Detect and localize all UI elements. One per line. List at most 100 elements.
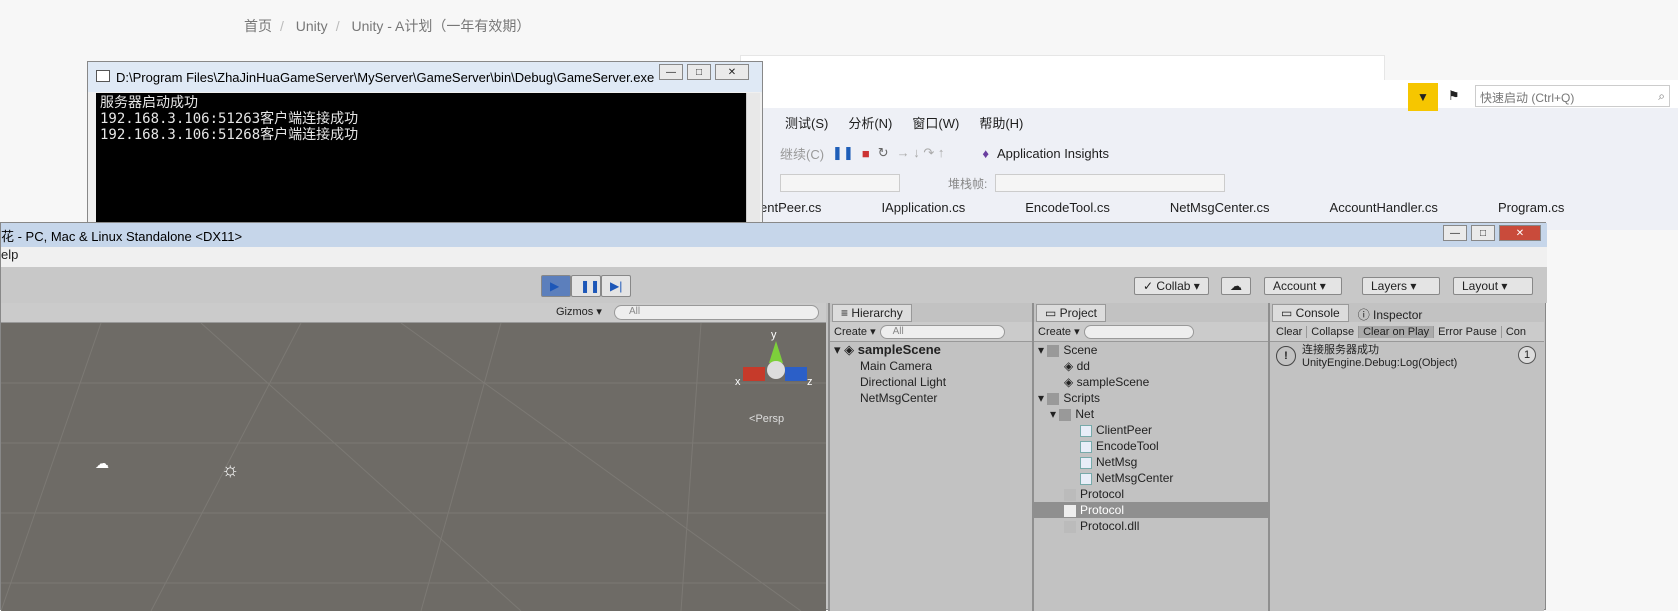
project-item-folder[interactable]: ▾ Net	[1034, 406, 1268, 422]
persp-label[interactable]: <Persp	[749, 413, 784, 425]
unity-close-button[interactable]: ✕	[1499, 225, 1541, 241]
project-create-button[interactable]: Create ▾	[1038, 325, 1080, 338]
console-log-entry[interactable]: ! 连接服务器成功 UnityEngine.Debug:Log(Object) …	[1270, 342, 1544, 378]
scene-search-input[interactable]: All	[614, 305, 819, 320]
stack-frame-label: 堆栈帧:	[948, 176, 988, 191]
application-insights-button[interactable]: Application Insights	[997, 146, 1109, 161]
project-item-label: Scripts	[1063, 391, 1101, 405]
feedback-icon[interactable]: ⚑	[1448, 88, 1460, 104]
console-connect-button[interactable]: Con	[1502, 326, 1530, 338]
tab-inspector[interactable]: ⓘ Inspector	[1348, 304, 1432, 322]
cloud-button[interactable]: ☁	[1221, 277, 1251, 295]
project-item-label: ClientPeer	[1096, 423, 1153, 437]
csharp-script-icon	[1080, 440, 1092, 453]
hierarchy-search-input[interactable]: All	[879, 324, 1005, 339]
console-collapse-button[interactable]: Collapse	[1307, 325, 1360, 338]
breadcrumb-course[interactable]: Unity - A计划（一年有效期）	[351, 18, 530, 34]
csharp-script-icon	[1080, 472, 1092, 485]
csharp-script-icon	[1080, 456, 1092, 469]
project-item-dll[interactable]: Protocol.dll	[1034, 518, 1268, 534]
project-item-script[interactable]: NetMsgCenter	[1034, 470, 1268, 486]
vs-location-toolbar: 堆栈帧:	[760, 168, 1678, 198]
project-item-script[interactable]: EncodeTool	[1034, 438, 1268, 454]
console-clear-button[interactable]: Clear	[1272, 325, 1308, 338]
hierarchy-create-button[interactable]: Create ▾	[834, 325, 876, 338]
step-button[interactable]: ▶|	[601, 275, 631, 297]
scene-view[interactable]: ☁ ☼ y x z <Persp	[1, 323, 826, 611]
tab-iapplication[interactable]: IApplication.cs	[881, 200, 965, 222]
tab-clientpeer[interactable]: entPeer.cs	[760, 200, 821, 222]
console-toolbar: Clear Collapse Clear on Play Error Pause…	[1270, 322, 1544, 342]
tab-hierarchy[interactable]: ≡ Hierarchy	[832, 304, 912, 322]
layout-dropdown[interactable]: Layout ▾	[1453, 277, 1533, 295]
unity-maximize-button[interactable]: □	[1471, 225, 1495, 241]
scene-gizmo[interactable]: y x z	[735, 329, 813, 401]
hierarchy-item[interactable]: Main Camera	[830, 358, 1032, 374]
play-button[interactable]: ▶	[541, 275, 571, 297]
console-line: 192.168.3.106:51268客户端连接成功	[100, 127, 359, 143]
menu-help[interactable]: elp	[1, 247, 18, 262]
menu-help[interactable]: 帮助(H)	[979, 113, 1023, 132]
process-dropdown[interactable]	[780, 174, 900, 192]
breadcrumb-unity[interactable]: Unity	[296, 18, 328, 34]
account-dropdown[interactable]: Account ▾	[1264, 277, 1342, 295]
menu-window[interactable]: 窗口(W)	[912, 113, 959, 132]
project-item-scene[interactable]: ◈ dd	[1034, 358, 1268, 374]
tab-netmsgcenter[interactable]: NetMsgCenter.cs	[1170, 200, 1270, 222]
gizmos-dropdown[interactable]: Gizmos ▾	[556, 305, 602, 318]
scene-view-toolbar: Gizmos ▾ All	[1, 303, 826, 323]
project-item-scene[interactable]: ◈ sampleScene	[1034, 374, 1268, 390]
hierarchy-search-placeholder: All	[892, 325, 904, 337]
menu-analyze[interactable]: 分析(N)	[848, 113, 892, 132]
project-create-label: Create	[1038, 326, 1072, 338]
tab-project[interactable]: ▭ Project	[1036, 304, 1107, 322]
breadcrumb-home[interactable]: 首页	[244, 18, 272, 34]
hierarchy-toolbar: Create ▾ All	[830, 322, 1032, 342]
project-search-input[interactable]	[1083, 324, 1194, 339]
menu-test[interactable]: 测试(S)	[785, 113, 828, 132]
project-item-folder[interactable]: ▾ Scripts	[1034, 390, 1268, 406]
project-item-script[interactable]: ClientPeer	[1034, 422, 1268, 438]
console-error-pause-button[interactable]: Error Pause	[1434, 325, 1502, 338]
hierarchy-item[interactable]: Directional Light	[830, 374, 1032, 390]
unity-title: 花 - PC, Mac & Linux Standalone <DX11>	[1, 229, 243, 244]
hierarchy-item[interactable]: NetMsgCenter	[830, 390, 1032, 406]
maximize-button[interactable]: □	[687, 64, 711, 80]
pause-button[interactable]: ❚❚	[571, 275, 601, 297]
console-clear-on-play-button[interactable]: Clear on Play	[1359, 325, 1435, 338]
vs-debug-toolbar: 继续(C) ❚❚ ■ ↻ → ↓ ↷ ↑ ♦ Application Insig…	[760, 138, 1678, 168]
tab-encodetool[interactable]: EncodeTool.cs	[1025, 200, 1110, 222]
close-button[interactable]: ✕	[715, 64, 749, 80]
minimize-button[interactable]: —	[659, 64, 683, 80]
filter-icon[interactable]: ▼	[1408, 83, 1438, 111]
cloud-icon: ☁	[1230, 279, 1242, 293]
console-app-icon	[96, 70, 110, 82]
stop-icon[interactable]: ■	[862, 146, 870, 161]
gizmo-z-axis[interactable]	[785, 367, 807, 381]
project-toolbar: Create ▾	[1034, 322, 1268, 342]
pause-icon[interactable]: ❚❚	[832, 145, 854, 161]
unity-minimize-button[interactable]: —	[1443, 225, 1467, 241]
layers-dropdown[interactable]: Layers ▾	[1362, 277, 1440, 295]
light-icon[interactable]: ☼	[221, 459, 239, 482]
tab-console[interactable]: ▭ Console	[1272, 304, 1349, 322]
gizmo-y-axis[interactable]	[769, 341, 783, 363]
console-panel: ▭ Console ⓘ Inspector Clear Collapse Cle…	[1268, 303, 1544, 611]
continue-button[interactable]: 继续(C)	[780, 144, 824, 163]
gizmo-z-label: z	[807, 376, 813, 388]
stack-frame-dropdown[interactable]	[995, 174, 1226, 192]
collab-button[interactable]: ✓ Collab ▾	[1134, 277, 1209, 295]
quick-launch-input[interactable]: 快速启动 (Ctrl+Q) ⌕	[1475, 85, 1670, 107]
project-item-script[interactable]: NetMsg	[1034, 454, 1268, 470]
tab-program[interactable]: Program.cs	[1498, 200, 1564, 222]
asset-icon	[1064, 488, 1076, 501]
project-item-folder[interactable]: ▾ Scene	[1034, 342, 1268, 358]
camera-icon[interactable]: ☁	[95, 455, 109, 472]
gizmo-center[interactable]	[767, 361, 785, 379]
restart-icon[interactable]: ↻	[878, 145, 889, 161]
gizmo-x-axis[interactable]	[743, 367, 765, 381]
project-item-selected[interactable]: Protocol	[1034, 502, 1268, 518]
project-item-asset[interactable]: Protocol	[1034, 486, 1268, 502]
tab-accounthandler[interactable]: AccountHandler.cs	[1330, 200, 1438, 222]
scene-root[interactable]: ▾ ◈ sampleScene	[830, 342, 1032, 358]
